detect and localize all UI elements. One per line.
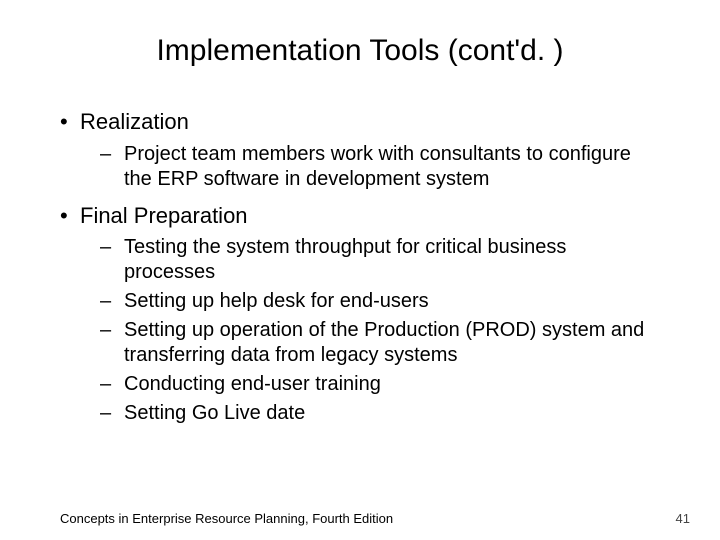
bullet-text: Setting Go Live date (124, 401, 305, 426)
page-number: 41 (676, 511, 690, 526)
bullet-level2: – Setting Go Live date (100, 401, 660, 426)
bullet-level2: – Setting up operation of the Production… (100, 318, 660, 368)
dash-icon: – (100, 318, 124, 368)
bullet-text: Realization (80, 108, 189, 136)
bullet-text: Project team members work with consultan… (124, 142, 660, 192)
bullet-level2: – Conducting end-user training (100, 372, 660, 397)
bullet-group-final-preparation: • Final Preparation – Testing the system… (60, 202, 660, 427)
bullet-text: Conducting end-user training (124, 372, 381, 397)
bullet-dot-icon: • (60, 202, 80, 230)
slide-body: • Realization – Project team members wor… (60, 108, 660, 426)
dash-icon: – (100, 289, 124, 314)
slide: Implementation Tools (cont'd. ) • Realiz… (0, 0, 720, 540)
bullet-text: Final Preparation (80, 202, 248, 230)
bullet-dot-icon: • (60, 108, 80, 136)
page-title: Implementation Tools (cont'd. ) (60, 34, 660, 68)
bullet-text: Setting up operation of the Production (… (124, 318, 660, 368)
bullet-level1: • Final Preparation (60, 202, 660, 230)
bullet-text: Testing the system throughput for critic… (124, 235, 660, 285)
bullet-group-realization: • Realization – Project team members wor… (60, 108, 660, 192)
bullet-level2: – Project team members work with consult… (100, 142, 660, 192)
dash-icon: – (100, 401, 124, 426)
bullet-text: Setting up help desk for end-users (124, 289, 429, 314)
dash-icon: – (100, 142, 124, 192)
dash-icon: – (100, 372, 124, 397)
bullet-level1: • Realization (60, 108, 660, 136)
slide-footer: Concepts in Enterprise Resource Planning… (60, 511, 690, 526)
footer-text: Concepts in Enterprise Resource Planning… (60, 511, 393, 526)
dash-icon: – (100, 235, 124, 285)
bullet-level2: – Testing the system throughput for crit… (100, 235, 660, 285)
bullet-level2: – Setting up help desk for end-users (100, 289, 660, 314)
